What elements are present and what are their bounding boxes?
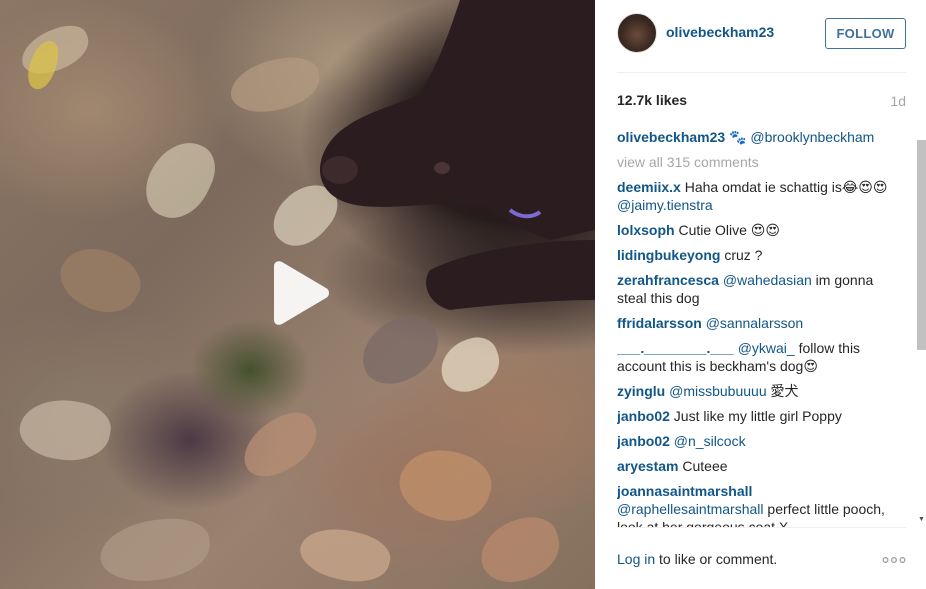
leaf-texture	[473, 510, 567, 589]
leaf-texture	[50, 234, 150, 326]
comment: ffridalarsson @sannalarsson	[617, 314, 889, 332]
comment-text: 🐾	[725, 129, 751, 145]
likes-count[interactable]: 12.7k likes	[617, 92, 687, 108]
comment-mention[interactable]: @ykwai_	[738, 340, 795, 356]
leaf-texture	[135, 131, 225, 229]
comment-username[interactable]: lidingbukeyong	[617, 247, 720, 263]
leaf-texture	[433, 331, 507, 399]
header-divider	[617, 72, 906, 73]
comment-mention[interactable]: @wahedasian	[723, 272, 812, 288]
comment-text: Haha omdat ie schattig is😂😍😍	[680, 179, 888, 195]
comment: janbo02 @n_silcock	[617, 432, 889, 450]
follow-button[interactable]: FOLLOW	[825, 18, 906, 49]
comment-mention[interactable]: @missbubuuuu	[669, 383, 767, 399]
leaf-texture	[232, 403, 328, 487]
leaf-texture	[390, 436, 500, 534]
comment-mention[interactable]: @n_silcock	[674, 433, 746, 449]
comments-scroll-content: olivebeckham23 🐾 @brooklynbeckham view a…	[617, 128, 889, 528]
comment-mention[interactable]: @raphellesaintmarshall	[617, 501, 764, 517]
comment-username[interactable]: janbo02	[617, 433, 670, 449]
comment-mention[interactable]: @jaimy.tienstra	[617, 197, 713, 213]
more-options-icon[interactable]	[882, 554, 906, 566]
comment-mention[interactable]: @sannalarsson	[706, 315, 804, 331]
post-header: olivebeckham23 FOLLOW	[595, 0, 926, 72]
likes-row: 12.7k likes 1d	[617, 92, 906, 110]
comment: joannasaintmarshall @raphellesaintmarsha…	[617, 482, 889, 528]
comment-username[interactable]: joannasaintmarshall	[617, 483, 752, 499]
comment-username[interactable]: ffridalarsson	[617, 315, 702, 331]
comments-scrollbar[interactable]: ▼	[917, 140, 926, 527]
comments-list[interactable]: olivebeckham23 🐾 @brooklynbeckham view a…	[617, 128, 915, 528]
comment-mention[interactable]: @brooklynbeckham	[750, 129, 874, 145]
dog-silhouette	[320, 0, 595, 310]
post-username[interactable]: olivebeckham23	[666, 24, 774, 40]
comment: lolxsoph Cutie Olive 😍😍	[617, 221, 889, 239]
scroll-down-arrow-icon[interactable]: ▼	[917, 515, 926, 525]
avatar[interactable]	[617, 13, 657, 53]
login-link[interactable]: Log in	[617, 551, 655, 567]
play-icon[interactable]	[268, 260, 332, 326]
comment: zerahfrancesca @wahedasian im gonna stea…	[617, 271, 889, 307]
comment: ___.________.___ @ykwai_ follow this acc…	[617, 339, 889, 375]
comment-username[interactable]: zyinglu	[617, 383, 665, 399]
comment-username[interactable]: zerahfrancesca	[617, 272, 719, 288]
comment-text: Cutie Olive 😍😍	[674, 222, 780, 238]
view-all-comments-link[interactable]: view all 315 comments	[617, 153, 889, 171]
comment: lidingbukeyong cruz ?	[617, 246, 889, 264]
comment-text: Just like my little girl Poppy	[669, 408, 842, 424]
leaf-texture	[295, 519, 395, 589]
comment: deemiix.x Haha omdat ie schattig is😂😍😍 @…	[617, 178, 889, 214]
comment-text: cruz ?	[720, 247, 763, 263]
footer-divider	[617, 527, 906, 528]
comment: zyinglu @missbubuuuu 愛犬	[617, 382, 889, 400]
comment-username[interactable]: lolxsoph	[617, 222, 675, 238]
comment-username[interactable]: olivebeckham23	[617, 129, 725, 145]
login-prompt-text: to like or comment.	[655, 551, 778, 567]
comment-footer: Log in to like or comment.	[617, 551, 906, 571]
comment-username[interactable]: janbo02	[617, 408, 670, 424]
comment-username[interactable]: ___.________.___	[617, 340, 734, 356]
leaf-texture	[15, 392, 115, 468]
scrollbar-thumb[interactable]	[917, 140, 926, 350]
comment: aryestam Cuteee	[617, 457, 889, 475]
video-player[interactable]	[0, 0, 595, 589]
comment: janbo02 Just like my little girl Poppy	[617, 407, 889, 425]
comment-username[interactable]: deemiix.x	[617, 179, 681, 195]
post-sidebar: olivebeckham23 FOLLOW 12.7k likes 1d oli…	[595, 0, 926, 589]
comment-text: Cuteee	[678, 458, 728, 474]
leaf-texture	[97, 515, 213, 585]
comment-caption: olivebeckham23 🐾 @brooklynbeckham	[617, 128, 889, 146]
comment-username[interactable]: aryestam	[617, 458, 679, 474]
post-time[interactable]: 1d	[890, 93, 906, 109]
comment-text: 愛犬	[766, 383, 799, 399]
